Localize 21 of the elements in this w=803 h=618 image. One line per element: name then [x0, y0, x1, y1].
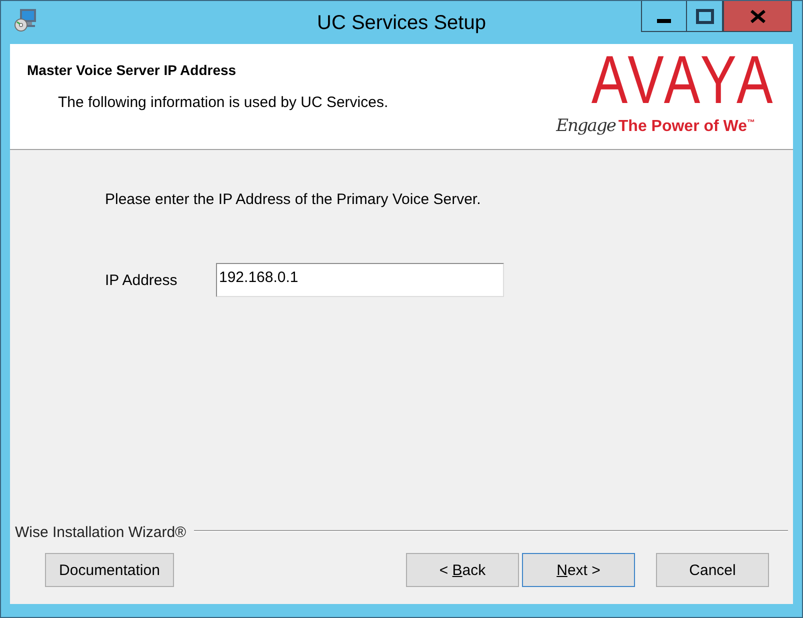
- minimize-icon: [657, 19, 671, 23]
- minimize-button[interactable]: [641, 1, 687, 32]
- wizard-brand-text: Wise Installation Wizard®: [15, 524, 186, 541]
- logo-script: Engage: [556, 116, 616, 136]
- cancel-button[interactable]: Cancel: [656, 553, 769, 587]
- logo-wordmark: AVAYA: [592, 52, 773, 108]
- prompt-text: Please enter the IP Address of the Primary Voice Server.: [105, 191, 481, 208]
- back-button[interactable]: < Back: [406, 553, 519, 587]
- maximize-button[interactable]: [686, 1, 723, 32]
- logo-tagline: The Power of We$^{™}$: [618, 117, 755, 136]
- close-button[interactable]: [723, 1, 792, 32]
- window-title: UC Services Setup: [317, 11, 486, 35]
- header-title: Master Voice Server IP Address: [27, 62, 236, 78]
- ip-address-field[interactable]: 192.168.0.1: [216, 263, 504, 297]
- close-icon: [750, 10, 766, 22]
- header-subtitle: The following information is used by UC Services.: [58, 94, 388, 111]
- next-button[interactable]: Next >: [522, 553, 635, 587]
- documentation-button[interactable]: Documentation: [45, 553, 174, 587]
- computer-disc-icon: [14, 8, 38, 32]
- field-label: IP Address: [105, 272, 178, 288]
- maximize-icon: [696, 8, 714, 24]
